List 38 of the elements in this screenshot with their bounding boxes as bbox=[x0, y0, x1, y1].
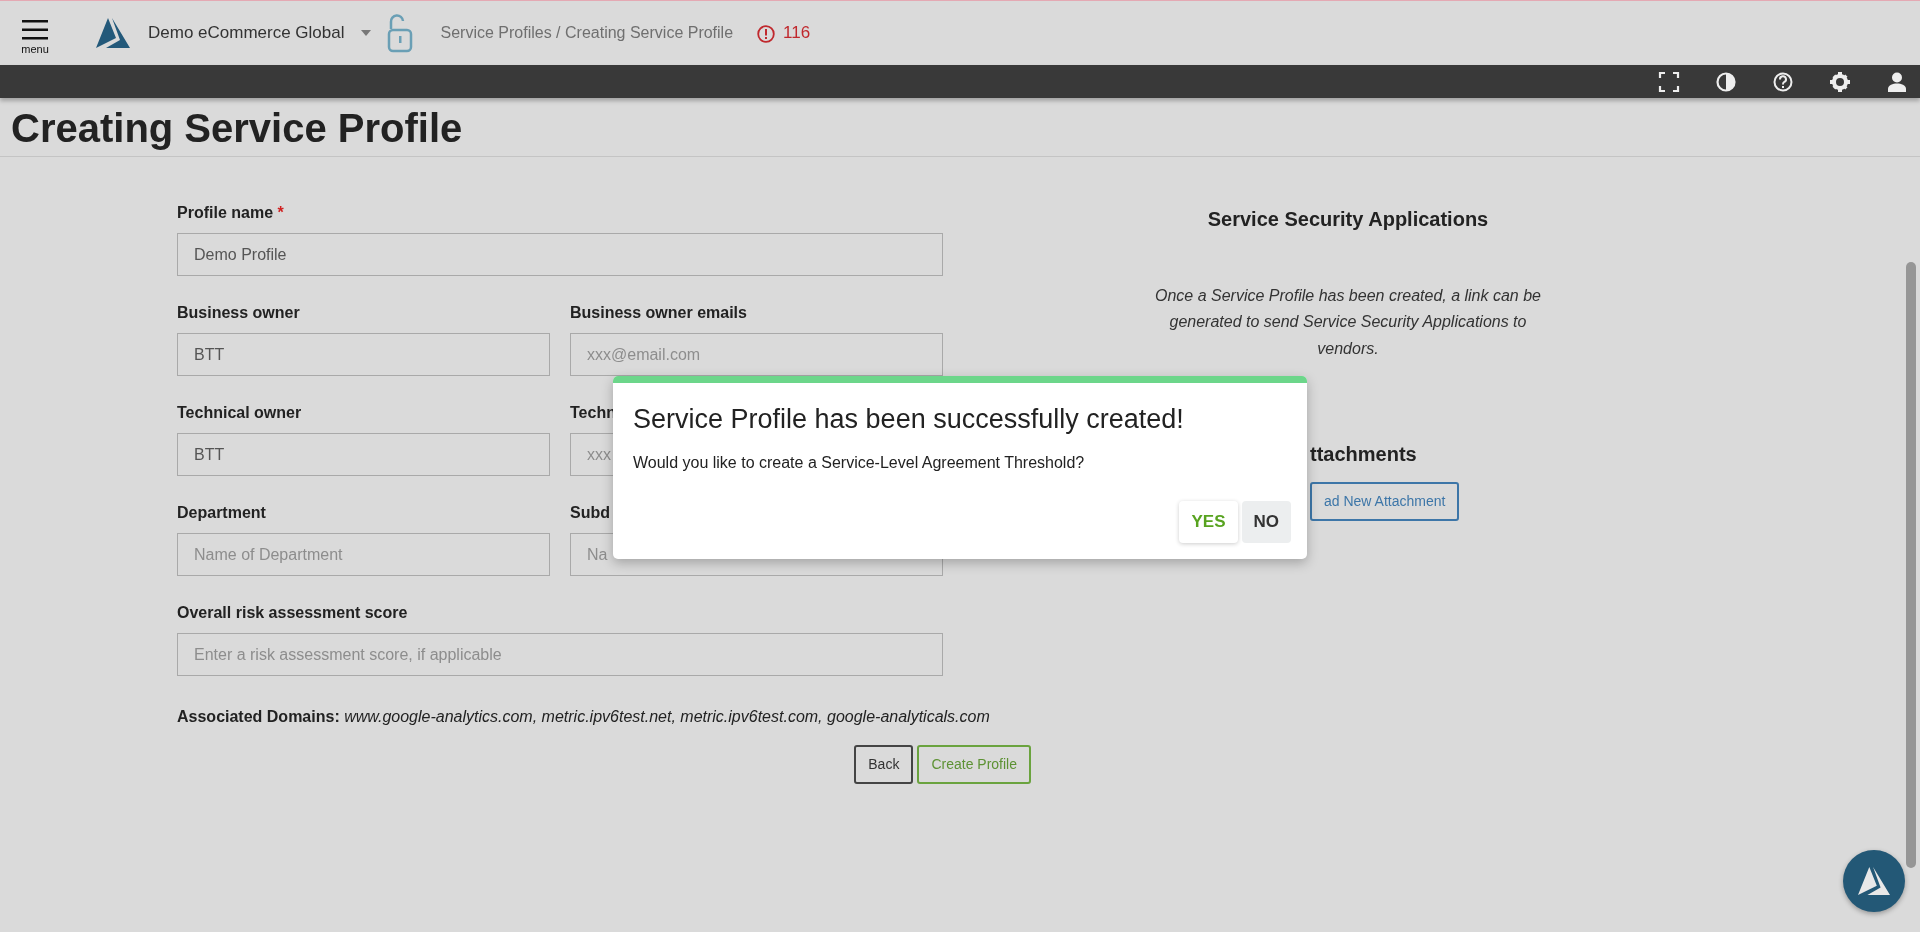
breadcrumb: Service Profiles / Creating Service Profile bbox=[440, 23, 734, 43]
logo-icon bbox=[1856, 865, 1892, 897]
field-label: Overall risk assessment score bbox=[177, 603, 408, 623]
alert-count: 116 bbox=[783, 22, 811, 45]
input-field[interactable]: BTT bbox=[177, 433, 550, 476]
caret-icon bbox=[360, 30, 371, 36]
menu-icon bbox=[22, 19, 48, 40]
scrollbar-thumb[interactable] bbox=[1906, 262, 1916, 868]
back-button[interactable]: Back bbox=[854, 745, 914, 784]
info-note: Once a Service Profile has been created, a link can be generated to send Service Security Applications to vendors. bbox=[1154, 286, 1542, 359]
input-field[interactable]: Name of Department bbox=[177, 533, 550, 576]
page-title: Creating Service Profile bbox=[0, 98, 1920, 157]
organization-dropdown[interactable]: Demo eCommerce Global bbox=[148, 20, 371, 46]
settings-button[interactable] bbox=[1828, 69, 1852, 94]
field-label: Business owner emails bbox=[570, 303, 747, 323]
field-label: Business owner bbox=[177, 303, 300, 323]
logo-icon bbox=[94, 16, 132, 50]
input-field[interactable]: Demo Profile bbox=[177, 233, 943, 276]
associated-domains-text: Associated Domains: www.google-analytics.com, metric.ipv6test.net, metric.ipv6test.com, google-analyticals.com bbox=[177, 707, 990, 727]
contrast-button[interactable] bbox=[1714, 69, 1738, 94]
yes-button[interactable]: YES bbox=[1179, 501, 1238, 543]
fullscreen-button[interactable] bbox=[1657, 69, 1681, 94]
field-label: Department bbox=[177, 503, 266, 523]
field-label: Technical owner bbox=[177, 403, 302, 423]
floating-logo-button[interactable] bbox=[1843, 850, 1905, 912]
no-button[interactable]: NO bbox=[1241, 501, 1291, 543]
input-field[interactable]: BTT bbox=[177, 333, 550, 376]
dialog-title: Service Profile has been successfully created! bbox=[632, 403, 1185, 436]
upload-attachment-button[interactable]: ad New Attachment bbox=[1310, 482, 1460, 522]
dialog-message: Would you like to create a Service-Level Agreement Threshold? bbox=[632, 453, 1086, 474]
input-field[interactable]: xxx@email.com bbox=[570, 333, 943, 376]
input-field[interactable]: Enter a risk assessment score, if applicable bbox=[177, 633, 943, 676]
section-heading: ttachments bbox=[1310, 442, 1417, 467]
alert-icon[interactable] bbox=[757, 24, 776, 43]
section-heading: Service Security Applications bbox=[1206, 207, 1490, 231]
field-label: Subd bbox=[570, 503, 610, 523]
menu-button[interactable]: menu bbox=[0, 11, 70, 55]
field-label: Profile name * bbox=[177, 203, 284, 223]
